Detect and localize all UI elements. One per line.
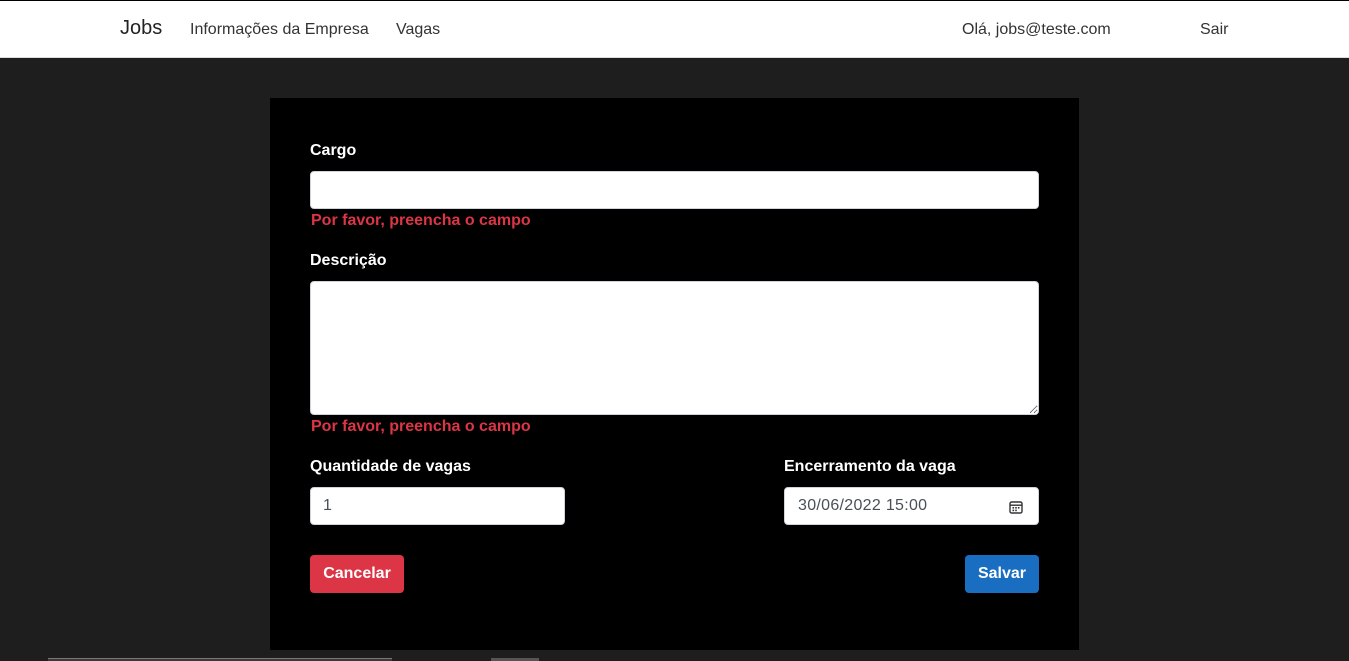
quantidade-input[interactable]	[310, 487, 565, 525]
descricao-error: Por favor, preencha o campo	[311, 418, 531, 435]
nav-link-jobs[interactable]: Vagas	[396, 21, 440, 39]
descricao-label: Descrição	[310, 252, 387, 269]
encerramento-datetime-input[interactable]: 30/06/2022 15:00	[784, 487, 1039, 525]
encerramento-value: 30/06/2022 15:00	[798, 497, 928, 514]
calendar-icon[interactable]	[1009, 500, 1023, 514]
save-button[interactable]: Salvar	[965, 555, 1039, 593]
encerramento-label: Encerramento da vaga	[784, 458, 956, 475]
descricao-textarea[interactable]	[310, 281, 1039, 415]
cargo-label: Cargo	[310, 142, 357, 159]
nav-link-company-info[interactable]: Informações da Empresa	[190, 21, 369, 39]
cargo-input[interactable]	[310, 171, 1039, 209]
brand-link[interactable]: Jobs	[120, 17, 162, 40]
cancel-button[interactable]: Cancelar	[310, 555, 404, 593]
logout-link[interactable]: Sair	[1200, 21, 1228, 39]
cargo-error: Por favor, preencha o campo	[311, 212, 531, 229]
quantidade-label: Quantidade de vagas	[310, 458, 471, 475]
navbar: Jobs Informações da Empresa Vagas Olá, j…	[0, 0, 1349, 58]
job-form-card: Cargo Por favor, preencha o campo Descri…	[270, 98, 1079, 650]
user-greeting: Olá, jobs@teste.com	[962, 21, 1111, 38]
